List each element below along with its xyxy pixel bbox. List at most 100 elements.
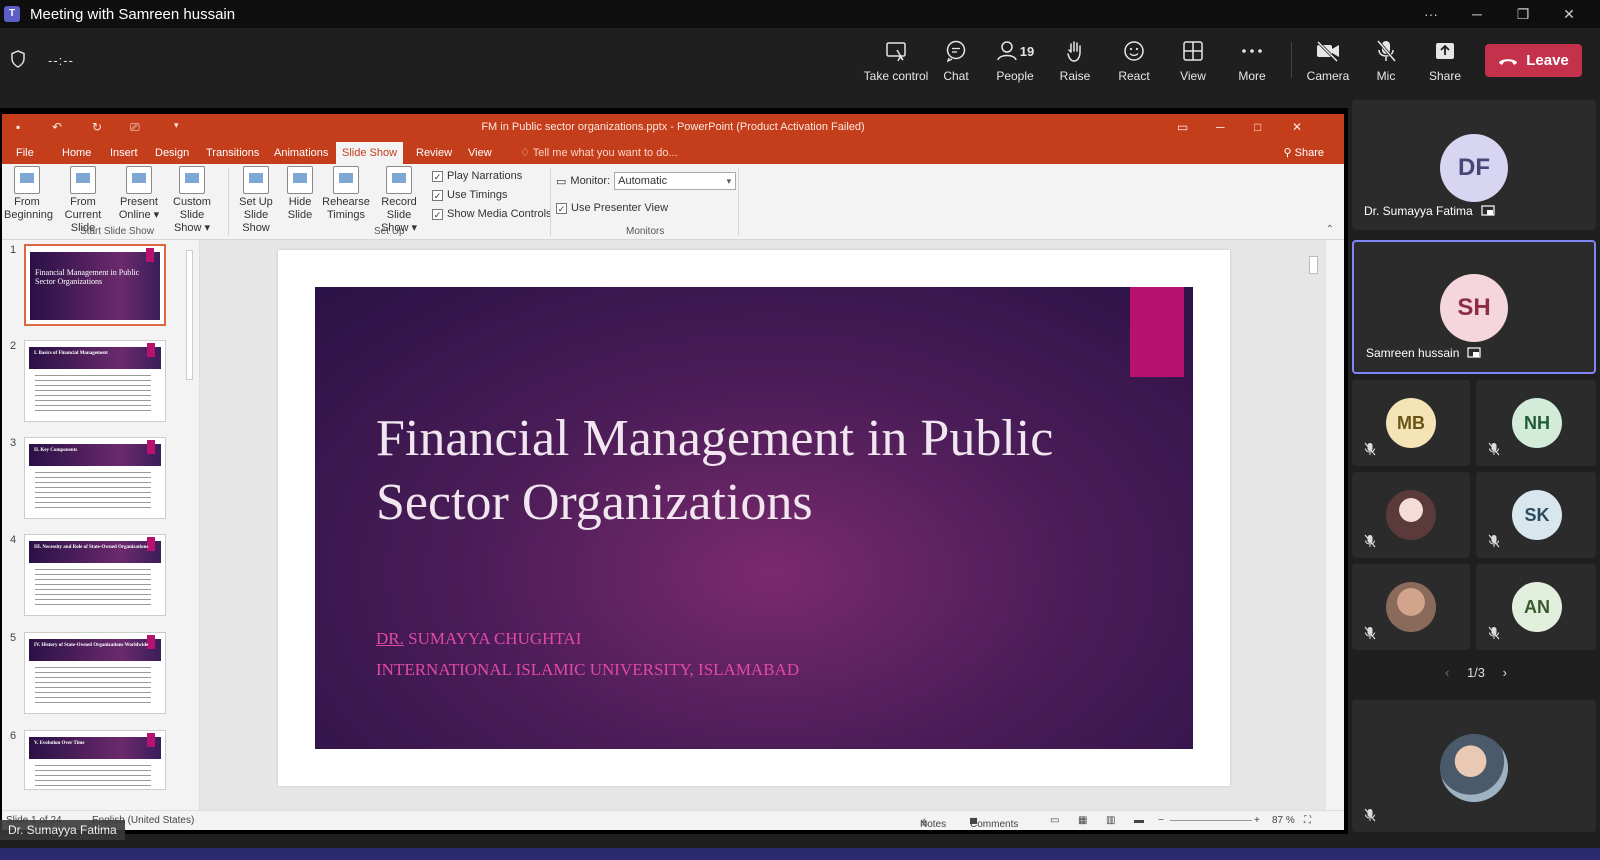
raise-hand-button[interactable]: Raise [1046, 38, 1104, 86]
record-slide-show-button[interactable]: Record Slide Show ▾ [368, 166, 430, 235]
thumb-accent [147, 733, 155, 747]
slide-show-ribbon: From Beginning From Current Slide Present O… [2, 164, 1344, 240]
share-button[interactable]: Share [1416, 38, 1474, 86]
chevron-right-icon[interactable]: › [1503, 665, 1507, 680]
chevron-left-icon[interactable]: ‹ [1445, 665, 1449, 680]
tab-design[interactable]: Design [149, 142, 195, 164]
slide-thumbnail[interactable]: I. Basics of Financial Management [24, 340, 166, 422]
thumbnails-scrollbar[interactable] [184, 240, 196, 788]
zoom-slider[interactable] [1170, 820, 1252, 821]
participant-tile[interactable] [1352, 564, 1470, 650]
slide-thumbnail[interactable]: Financial Management in Public Sector Or… [24, 244, 166, 326]
set-up-slide-show-button[interactable]: Set Up Slide Show [230, 166, 282, 235]
participant-tile[interactable]: DF Dr. Sumayya Fatima [1352, 100, 1596, 230]
more-button[interactable]: More [1223, 38, 1281, 86]
thumb-number: 3 [10, 437, 17, 449]
participants-panel: DF Dr. Sumayya Fatima SH Samreen hussain… [1352, 100, 1600, 860]
slide-show-view-icon[interactable]: ▬ [1134, 815, 1144, 826]
check-icon: ✓ [432, 189, 443, 201]
hide-slide-button[interactable]: Hide Slide [284, 166, 316, 222]
pp-share-button[interactable]: ⚲ Share [1284, 142, 1324, 164]
pp-close-icon[interactable]: ✕ [1292, 120, 1302, 134]
tab-transitions[interactable]: Transitions [200, 142, 265, 164]
slide-canvas[interactable]: Financial Management in Public Sector Or… [278, 250, 1230, 786]
use-presenter-view-checkbox[interactable]: ✓ Use Presenter View [556, 202, 668, 214]
minimize-icon[interactable]: ─ [1454, 6, 1500, 22]
tab-file[interactable]: File [10, 142, 40, 164]
check-icon: ✓ [556, 202, 567, 214]
tab-insert[interactable]: Insert [104, 142, 144, 164]
from-beginning-button[interactable]: From Beginning [4, 166, 53, 222]
custom-slide-show-button[interactable]: Custom Slide Show ▾ [160, 166, 224, 235]
pp-restore-icon[interactable]: □ [1254, 120, 1261, 134]
fit-to-window-icon[interactable]: ⛶ [1304, 815, 1311, 826]
tab-slide-show[interactable]: Slide Show [336, 142, 404, 164]
slide-thumbnail[interactable]: IV. History of State-Owned Organizations… [24, 632, 166, 714]
reading-view-icon[interactable]: ▥ [1106, 815, 1115, 826]
play-narrations-checkbox[interactable]: ✓ Play Narrations [432, 170, 522, 182]
participant-tile[interactable]: MB [1352, 380, 1470, 466]
ribbon-tabs: File Home Insert Design Transitions Anim… [2, 142, 1344, 164]
pp-minimize-icon[interactable]: ─ [1216, 120, 1225, 134]
people-button[interactable]: 19 People [986, 38, 1044, 86]
zoom-in-icon[interactable]: + [1254, 815, 1260, 826]
tab-view[interactable]: View [462, 142, 498, 164]
participant-tile[interactable]: SK [1476, 472, 1596, 558]
self-view-tile[interactable] [1352, 700, 1596, 832]
more-options-icon[interactable]: ··· [1408, 6, 1454, 22]
normal-view-icon[interactable]: ▭ [1050, 815, 1059, 826]
thumb-title: I. Basics of Financial Management [34, 351, 108, 356]
person-icon: ⚲ [1283, 147, 1295, 159]
participant-tile[interactable]: AN [1476, 564, 1596, 650]
slide-author[interactable]: DR. SUMAYYA CHUGHTAI [376, 629, 581, 649]
slide-thumbnail[interactable]: III. Necessity and Role of State-Owned O… [24, 534, 166, 616]
participant-tile[interactable]: NH [1476, 380, 1596, 466]
rehearse-label-2: Timings [326, 209, 366, 221]
editor-scrollbar[interactable] [1306, 240, 1320, 810]
monitor-dropdown[interactable]: Automatic [614, 172, 737, 190]
take-control-button[interactable]: Take control [862, 38, 930, 86]
zoom-out-icon[interactable]: − [1158, 815, 1164, 826]
from-current-slide-button[interactable]: From Current Slide [52, 166, 114, 235]
slide-university[interactable]: INTERNATIONAL ISLAMIC UNIVERSITY, ISLAMA… [376, 660, 799, 680]
rehearse-timings-button[interactable]: Rehearse Timings [322, 166, 370, 222]
shield-icon[interactable] [10, 50, 26, 68]
monitor-select[interactable]: ▭ Monitor: Automatic [556, 172, 737, 190]
close-icon[interactable]: ✕ [1546, 6, 1592, 23]
avatar: SK [1512, 490, 1562, 540]
collapse-ribbon-icon[interactable]: ⌃ [1326, 224, 1334, 235]
rehearse-label: Rehearse [322, 196, 370, 208]
leave-button[interactable]: Leave [1485, 44, 1582, 77]
present-online-button[interactable]: Present Online ▾ [118, 166, 160, 222]
avatar: SH [1440, 274, 1508, 342]
view-button[interactable]: View [1164, 38, 1222, 86]
slide-thumbnail[interactable]: V. Evolution Over Time [24, 730, 166, 790]
ribbon-display-icon[interactable]: ▭ [1177, 120, 1188, 134]
tab-review[interactable]: Review [410, 142, 458, 164]
scrollbar-thumb[interactable] [1309, 256, 1318, 274]
slide-thumbnail[interactable]: II. Key Components [24, 437, 166, 519]
document-title: FM in Public sector organizations.pptx -… [481, 121, 865, 133]
use-timings-label: Use Timings [447, 189, 508, 201]
show-media-controls-checkbox[interactable]: ✓ Show Media Controls [432, 208, 552, 220]
scrollbar-thumb[interactable] [186, 250, 193, 380]
react-button[interactable]: React [1105, 38, 1163, 86]
from-beginning-label: From [14, 196, 40, 208]
participant-tile[interactable]: SH Samreen hussain [1352, 240, 1596, 374]
monitor-icon: ▭ [556, 175, 567, 188]
slide-sorter-icon[interactable]: ▦ [1078, 815, 1087, 826]
from-beginning-icon [14, 166, 40, 194]
avatar: NH [1512, 398, 1562, 448]
chat-button[interactable]: Chat [927, 38, 985, 86]
tell-me-search[interactable]: ♢ Tell me what you want to do... [520, 142, 678, 164]
tab-home[interactable]: Home [56, 142, 97, 164]
thumb-body-text [35, 765, 151, 789]
use-timings-checkbox[interactable]: ✓ Use Timings [432, 189, 508, 201]
camera-button[interactable]: Camera [1299, 38, 1357, 86]
restore-icon[interactable]: ❐ [1500, 6, 1546, 23]
participant-tile[interactable] [1352, 472, 1470, 558]
mic-button[interactable]: Mic [1357, 38, 1415, 86]
tab-animations[interactable]: Animations [268, 142, 334, 164]
zoom-level[interactable]: 87 % [1272, 815, 1295, 826]
slide-title[interactable]: Financial Management in Public Sector Or… [376, 407, 1136, 535]
